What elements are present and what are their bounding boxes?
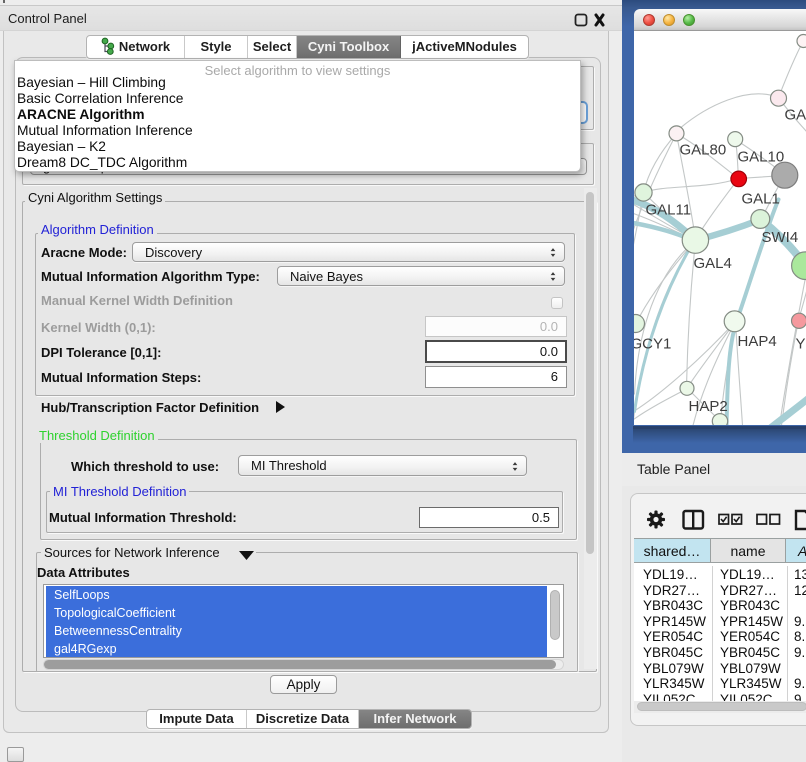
svg-text:YM: YM bbox=[796, 336, 806, 353]
svg-text:GAL1: GAL1 bbox=[742, 191, 780, 208]
svg-text:GCY1: GCY1 bbox=[634, 336, 671, 353]
svg-text:HAP4: HAP4 bbox=[738, 333, 777, 350]
svg-text:GAL7: GAL7 bbox=[785, 107, 806, 124]
svg-text:GAL10: GAL10 bbox=[738, 149, 785, 166]
svg-text:GAL80: GAL80 bbox=[680, 142, 727, 159]
svg-text:GAL11: GAL11 bbox=[646, 202, 692, 219]
svg-text:SWI4: SWI4 bbox=[762, 229, 799, 246]
svg-text:HAP2: HAP2 bbox=[689, 398, 728, 415]
svg-text:GAL4: GAL4 bbox=[694, 255, 732, 272]
